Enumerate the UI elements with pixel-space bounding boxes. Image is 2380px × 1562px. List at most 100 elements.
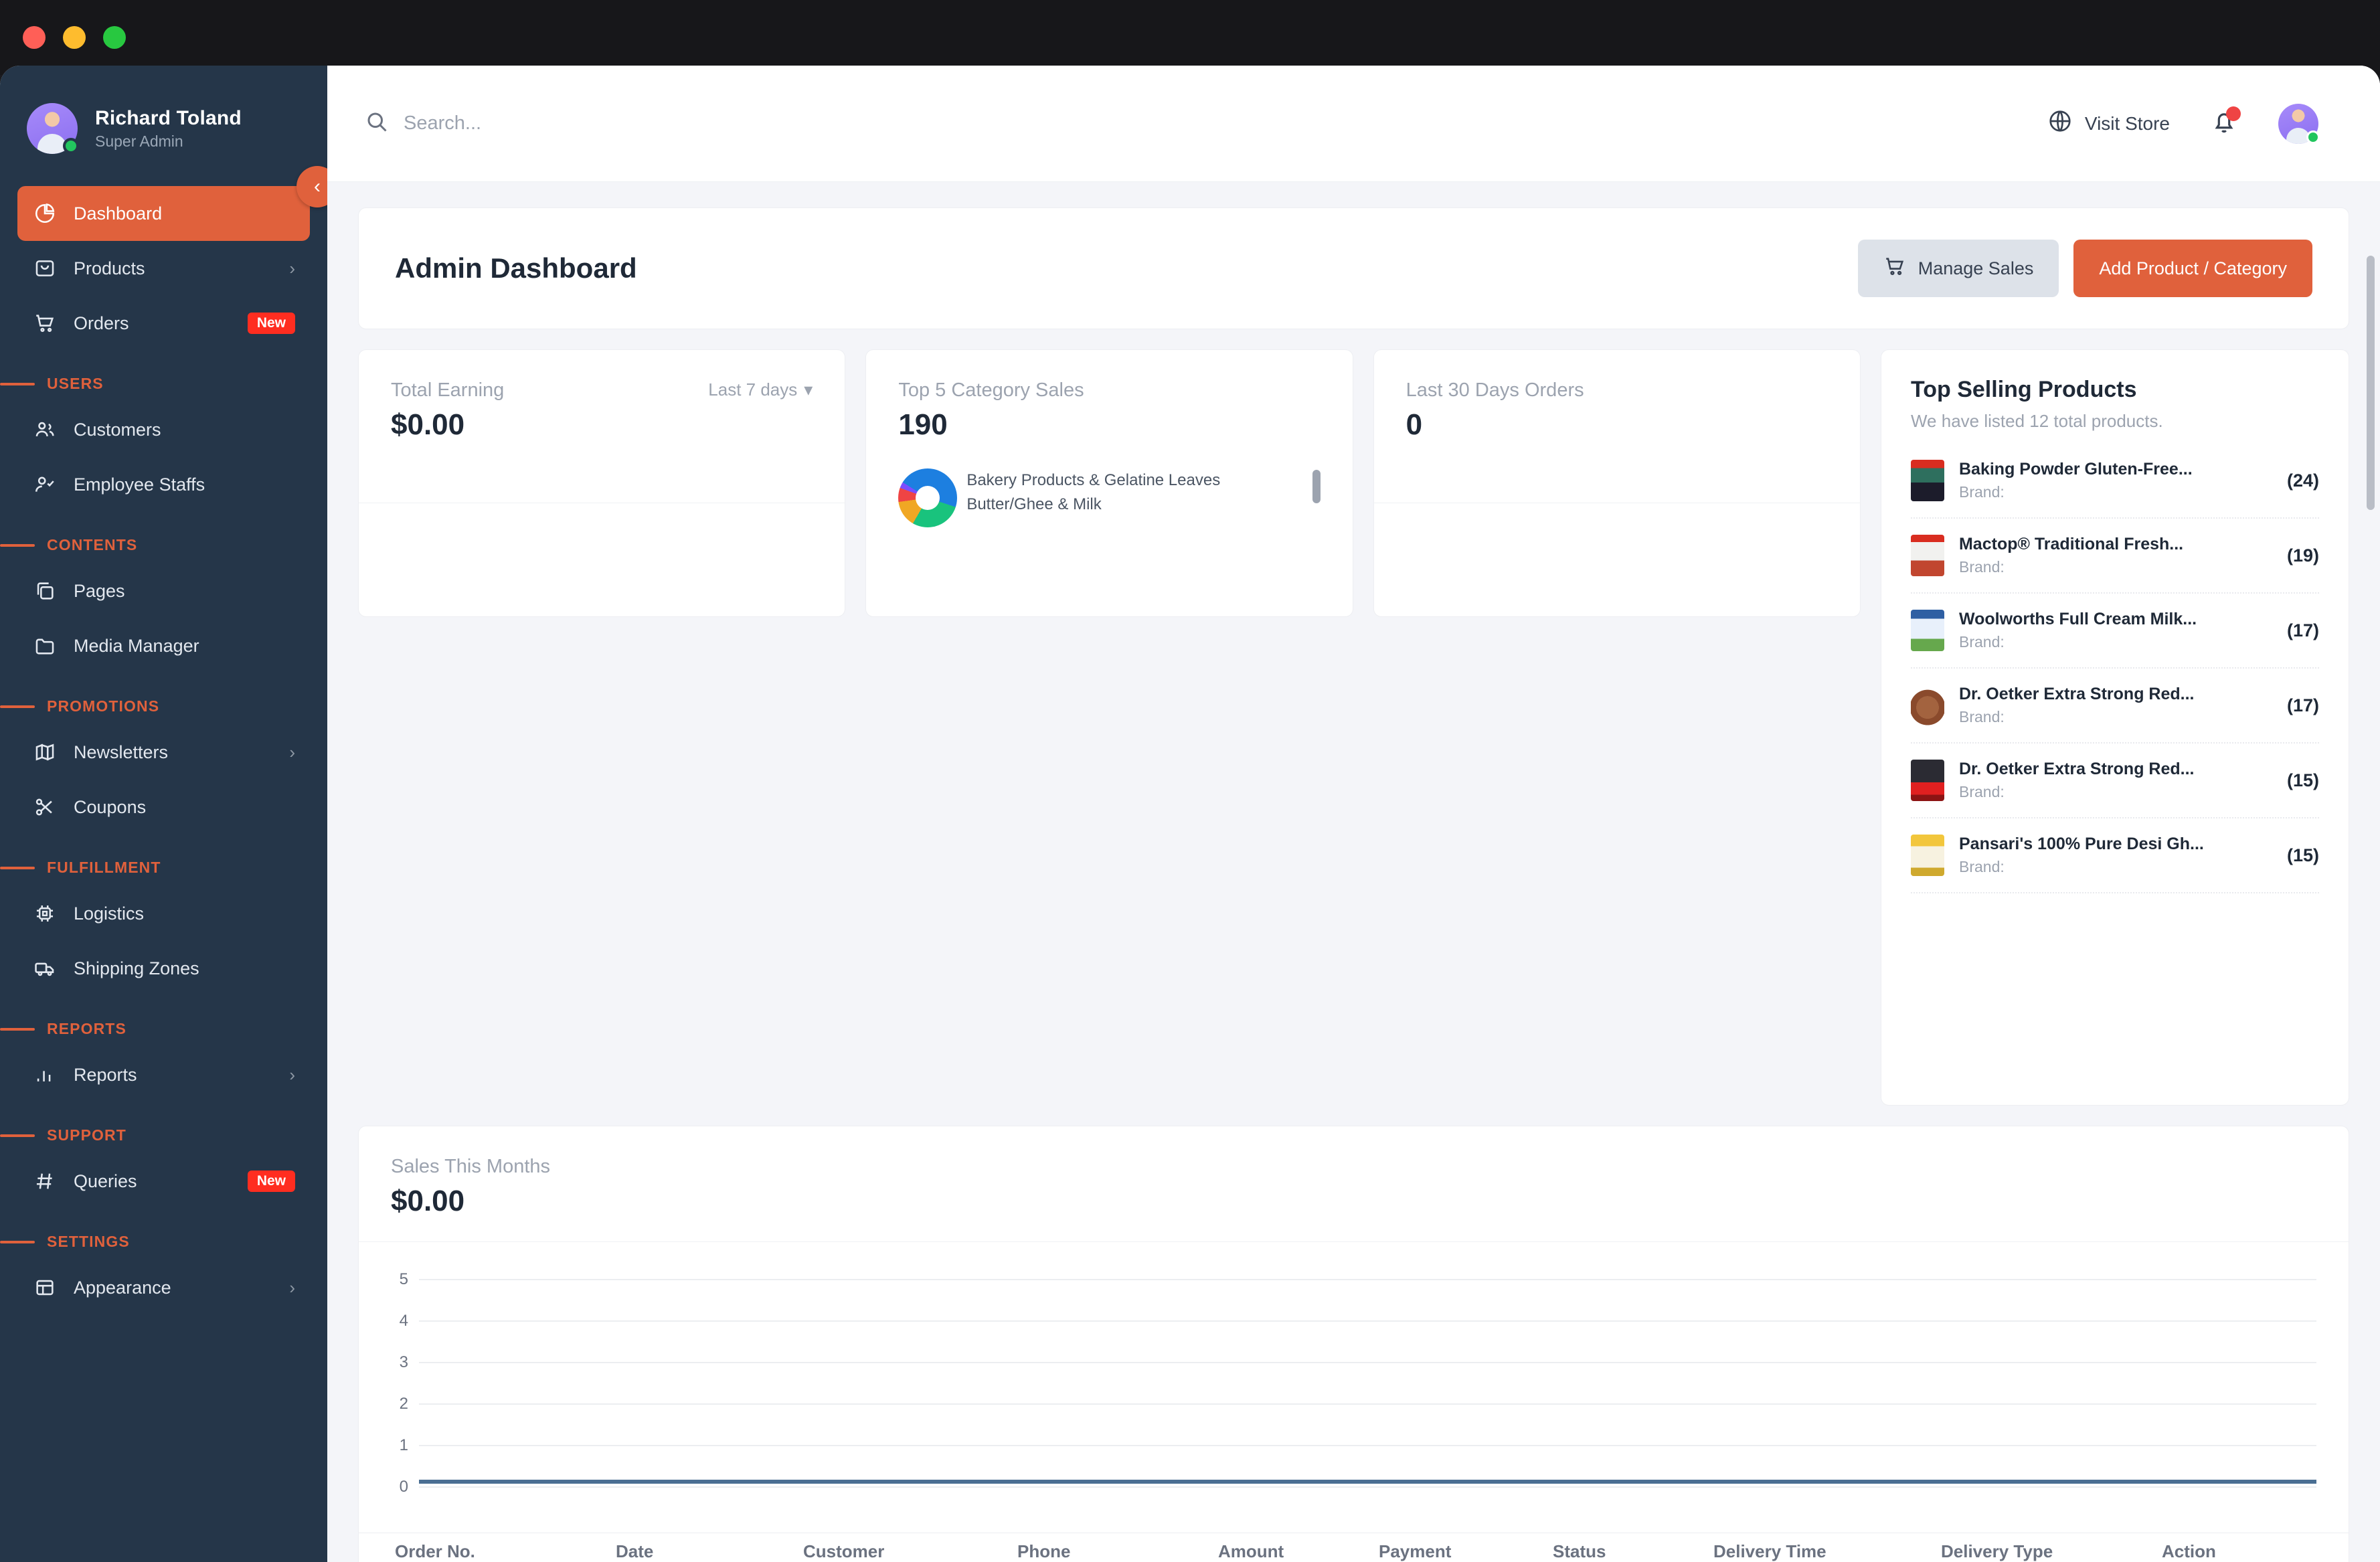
product-name: Pansari's 100% Pure Desi Gh...: [1958, 835, 2204, 853]
chevron-right-icon: ›: [289, 742, 295, 762]
sidebar-item-label: Reports: [74, 1064, 137, 1085]
sidebar-item-coupons[interactable]: Coupons: [17, 780, 310, 835]
cart-icon: [1883, 255, 1906, 282]
sidebar-item-label: Shipping Zones: [74, 958, 199, 978]
sidebar-item-employee-staffs[interactable]: Employee Staffs: [17, 457, 310, 512]
app-frame: Richard Toland Super Admin ‹ Dashboard P…: [0, 66, 2380, 1562]
chip-icon: [32, 901, 58, 926]
sidebar-item-shipping-zones[interactable]: Shipping Zones: [17, 941, 310, 996]
card-label: Total Earning: [391, 379, 505, 401]
visit-store-label: Visit Store: [2084, 112, 2170, 134]
bar-chart-icon: [32, 1062, 58, 1088]
sidebar-item-newsletters[interactable]: Newsletters ›: [17, 725, 310, 780]
sidebar-item-logistics[interactable]: Logistics: [17, 886, 310, 941]
donut-chart-icon: [898, 468, 958, 527]
category-donut-chart: Bakery Products & Gelatine Leaves Butter…: [898, 468, 1321, 527]
list-item[interactable]: Pansari's 100% Pure Desi Gh... Brand: (1…: [1910, 818, 2319, 893]
user-avatar-button[interactable]: [2278, 103, 2320, 144]
sidebar-item-label: Queries: [74, 1170, 137, 1191]
manage-sales-button[interactable]: Manage Sales: [1857, 240, 2059, 297]
notifications-button[interactable]: [2210, 106, 2241, 139]
section-title: SETTINGS: [47, 1233, 130, 1250]
recent-orders-table-header: Order No. Date Customer Phone Amount Pay…: [358, 1533, 2349, 1562]
window-minimize-button[interactable]: [63, 26, 86, 49]
product-count: (17): [2286, 695, 2319, 715]
sidebar-user-profile[interactable]: Richard Toland Super Admin: [0, 66, 327, 186]
column-header: Date: [616, 1541, 654, 1561]
sidebar-item-customers[interactable]: Customers: [17, 402, 310, 457]
sidebar: Richard Toland Super Admin ‹ Dashboard P…: [0, 66, 327, 1562]
product-brand: Brand:: [1958, 858, 2005, 875]
gridline: [419, 1279, 2316, 1280]
page-scrollbar[interactable]: [2367, 256, 2377, 1562]
sidebar-item-dashboard[interactable]: Dashboard: [17, 186, 310, 241]
column-header: Order No.: [395, 1541, 475, 1561]
bell-icon: [2210, 113, 2238, 139]
sidebar-item-label: Media Manager: [74, 635, 199, 656]
folder-icon: [32, 633, 58, 659]
dashboard-header-card: Admin Dashboard Manage Sales Add Product…: [358, 207, 2349, 329]
sidebar-item-reports[interactable]: Reports ›: [17, 1047, 310, 1102]
pie-chart-icon: [32, 201, 58, 226]
legend-scrollbar[interactable]: [1312, 470, 1321, 503]
y-tick-label: 4: [399, 1312, 408, 1330]
sales-line-chart: 5 4 3 2 1 0: [391, 1270, 2316, 1558]
section-title: USERS: [47, 375, 104, 392]
donut-legend: Bakery Products & Gelatine Leaves Butter…: [966, 468, 1220, 517]
sidebar-item-pages[interactable]: Pages: [17, 563, 310, 618]
search-input[interactable]: [404, 112, 805, 135]
gridline: [419, 1320, 2316, 1322]
add-product-category-button[interactable]: Add Product / Category: [2073, 240, 2312, 297]
window-close-button[interactable]: [23, 26, 46, 49]
top-selling-subtitle: We have listed 12 total products.: [1910, 411, 2163, 431]
section-dash-icon: [0, 705, 35, 708]
user-check-icon: [32, 472, 58, 497]
product-count: (15): [2286, 845, 2319, 865]
dropdown-label: Last 7 days: [708, 379, 798, 400]
globe-icon: [2047, 108, 2073, 139]
scrollbar-thumb[interactable]: [2367, 256, 2375, 510]
visit-store-link[interactable]: Visit Store: [2047, 108, 2170, 139]
sidebar-item-queries[interactable]: Queries New: [17, 1154, 310, 1209]
sidebar-item-orders[interactable]: Orders New: [17, 296, 310, 351]
chevron-right-icon: ›: [289, 1064, 295, 1085]
gridline: [419, 1403, 2316, 1405]
card-label: Top 5 Category Sales: [898, 379, 1084, 401]
total-earning-card: Total Earning $0.00 Last 7 days ▾: [358, 349, 846, 617]
sidebar-item-products[interactable]: Products ›: [17, 241, 310, 296]
product-count: (17): [2286, 620, 2319, 640]
window-maximize-button[interactable]: [103, 26, 126, 49]
sales-chart-row: Sales This Months $0.00 5 4 3 2 1 0: [358, 1126, 2349, 1562]
column-header: Payment: [1379, 1541, 1452, 1561]
sidebar-item-media-manager[interactable]: Media Manager: [17, 618, 310, 673]
gridline: [419, 1445, 2316, 1446]
chevron-right-icon: ›: [289, 1277, 295, 1298]
column-header: Delivery Time: [1713, 1541, 1826, 1561]
product-thumbnail: [1910, 835, 1944, 876]
card-value: $0.00: [391, 1185, 465, 1217]
search-box[interactable]: [365, 110, 2034, 137]
sidebar-item-appearance[interactable]: Appearance ›: [17, 1260, 310, 1315]
status-badge: New: [247, 313, 295, 334]
chevron-right-icon: ›: [289, 258, 295, 278]
status-badge: New: [247, 1170, 295, 1192]
card-value: 0: [1406, 408, 1423, 441]
list-item[interactable]: Baking Powder Gluten-Free... Brand: (24): [1910, 444, 2319, 519]
earning-period-dropdown[interactable]: Last 7 days ▾: [708, 379, 813, 400]
card-label: Last 30 Days Orders: [1406, 379, 1584, 401]
online-status-dot: [63, 138, 79, 154]
product-brand: Brand:: [1958, 483, 2005, 501]
product-brand: Brand:: [1958, 558, 2005, 576]
window-titlebar: [0, 0, 2380, 75]
list-item[interactable]: Dr. Oetker Extra Strong Red... Brand: (1…: [1910, 744, 2319, 818]
list-item[interactable]: Woolworths Full Cream Milk... Brand: (17…: [1910, 594, 2319, 669]
scissors-icon: [32, 794, 58, 820]
product-name: Mactop® Traditional Fresh...: [1958, 535, 2184, 553]
list-item[interactable]: Mactop® Traditional Fresh... Brand: (19): [1910, 519, 2319, 594]
section-title: PROMOTIONS: [47, 697, 160, 715]
gridline: [419, 1486, 2316, 1488]
online-status-dot: [2306, 130, 2320, 144]
card-value: $0.00: [391, 408, 465, 441]
gridline: [419, 1362, 2316, 1363]
list-item[interactable]: Dr. Oetker Extra Strong Red... Brand: (1…: [1910, 669, 2319, 744]
